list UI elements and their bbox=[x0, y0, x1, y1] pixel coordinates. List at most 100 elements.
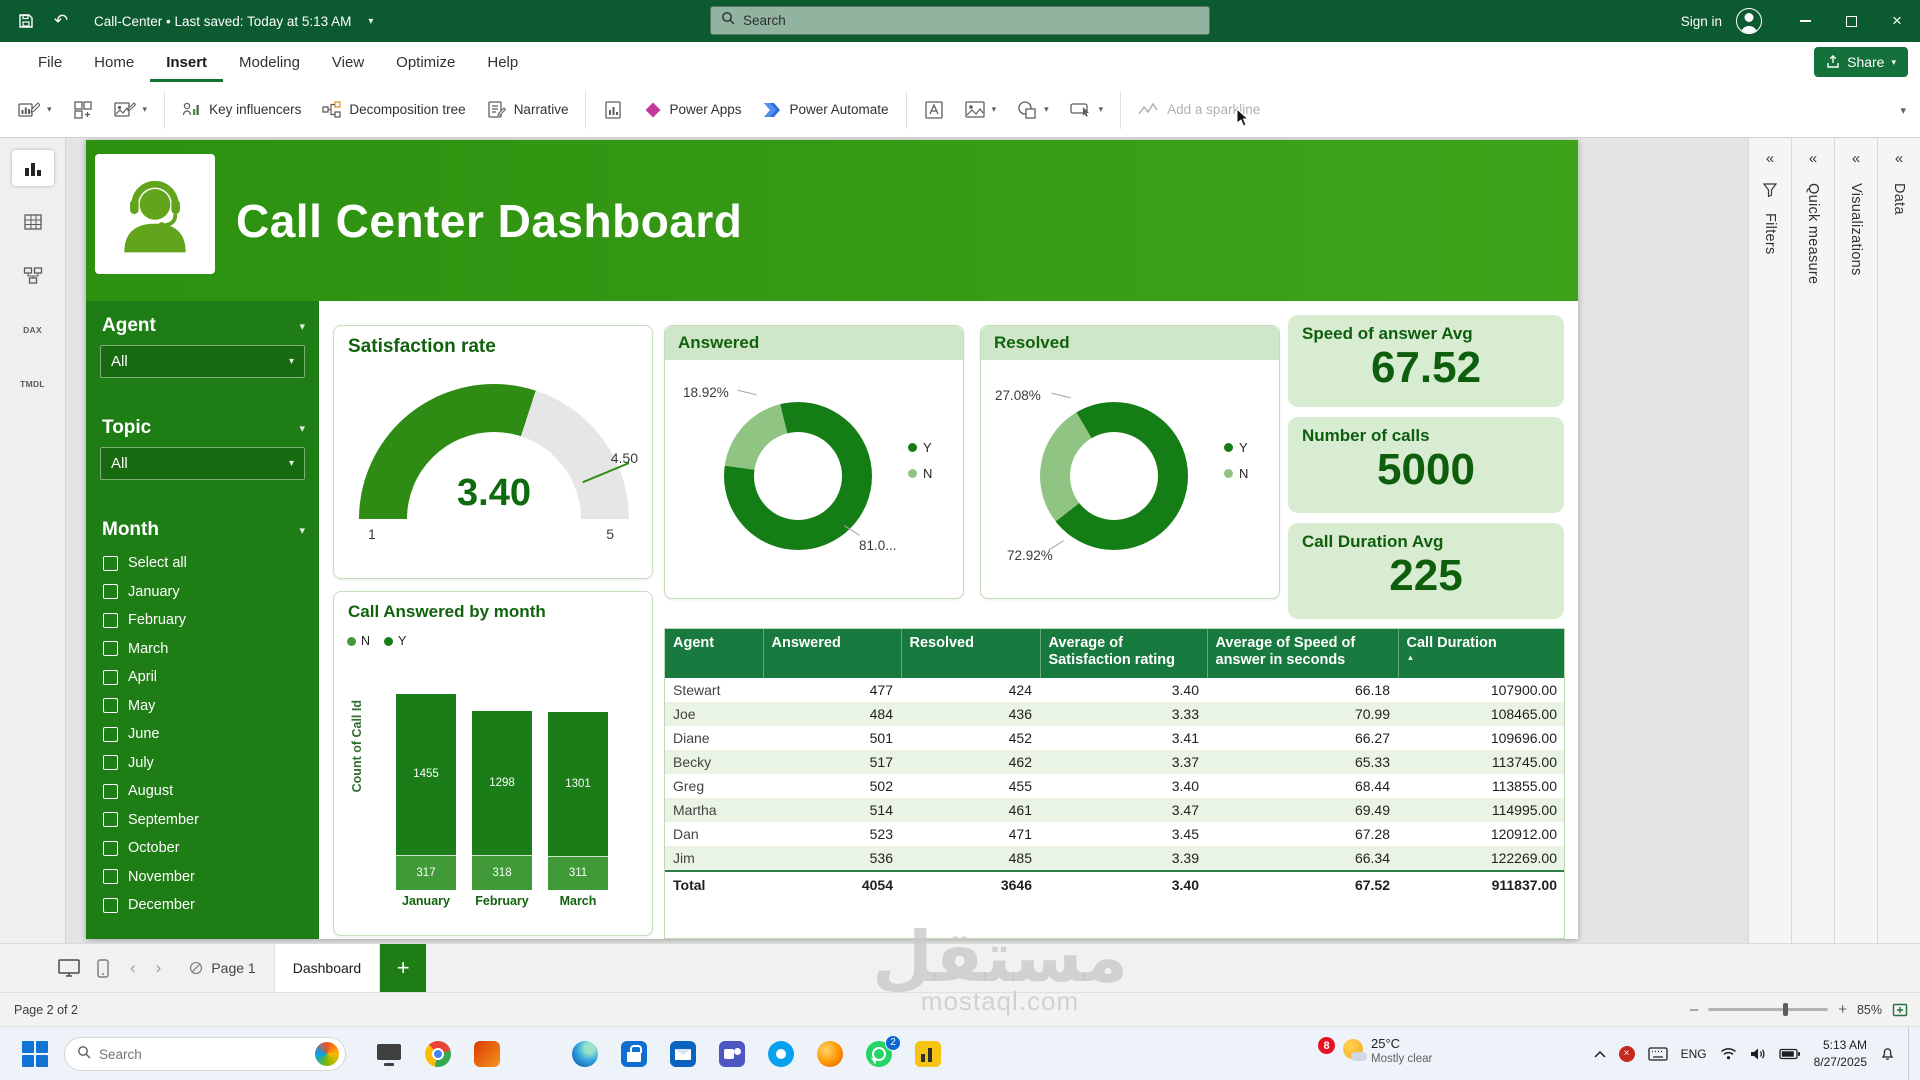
new-page-button[interactable]: + bbox=[380, 944, 426, 992]
agent-name-cell[interactable]: Greg bbox=[665, 774, 763, 798]
value-cell[interactable]: 471 bbox=[901, 822, 1040, 846]
bar-segment-y[interactable]: 1455 bbox=[396, 694, 456, 855]
menu-tab-insert[interactable]: Insert bbox=[150, 42, 223, 82]
value-cell[interactable]: 3.39 bbox=[1040, 846, 1207, 871]
expand-pane-icon[interactable]: « bbox=[1852, 150, 1860, 167]
value-cell[interactable]: 65.33 bbox=[1207, 750, 1398, 774]
narrative-button[interactable]: Narrative bbox=[477, 89, 579, 131]
value-cell[interactable]: 120912.00 bbox=[1398, 822, 1565, 846]
taskbar-search-box[interactable] bbox=[64, 1037, 346, 1071]
value-cell[interactable]: 69.49 bbox=[1207, 798, 1398, 822]
share-button[interactable]: Share ▾ bbox=[1814, 47, 1908, 77]
bar-february[interactable]: 1298318 bbox=[472, 711, 532, 890]
bar-january[interactable]: 1455317 bbox=[396, 694, 456, 890]
more-visuals-button[interactable] bbox=[63, 89, 103, 131]
taskbar-clock[interactable]: 5:13 AM 8/27/2025 bbox=[1814, 1037, 1867, 1069]
value-cell[interactable]: 517 bbox=[763, 750, 901, 774]
legend-item-n[interactable]: N bbox=[908, 466, 932, 481]
data-pane-collapsed[interactable]: « Data bbox=[1877, 138, 1920, 943]
hidden-icons-chevron[interactable] bbox=[1594, 1050, 1606, 1058]
month-option-october[interactable]: October bbox=[86, 834, 319, 863]
title-chevron-icon[interactable]: ▾ bbox=[368, 16, 373, 27]
zoom-out-button[interactable]: – bbox=[1690, 1001, 1698, 1018]
fit-to-page-icon[interactable] bbox=[1892, 1002, 1908, 1018]
agent-name-cell[interactable]: Becky bbox=[665, 750, 763, 774]
value-cell[interactable]: 536 bbox=[763, 846, 901, 871]
notification-bell-icon[interactable] bbox=[1880, 1046, 1895, 1061]
agent-name-cell[interactable]: Stewart bbox=[665, 678, 763, 702]
column-header-average-of-satisfaction-rating[interactable]: Average of Satisfaction rating bbox=[1040, 629, 1207, 678]
month-option-september[interactable]: September bbox=[86, 806, 319, 835]
value-cell[interactable]: 122269.00 bbox=[1398, 846, 1565, 871]
checkbox-icon[interactable] bbox=[103, 898, 118, 913]
table-view-button[interactable] bbox=[12, 204, 54, 240]
previous-page-arrow[interactable]: ‹ bbox=[120, 958, 146, 978]
column-header-call-duration[interactable]: Call Duration▲ bbox=[1398, 629, 1565, 678]
tab-dashboard[interactable]: Dashboard bbox=[274, 944, 381, 992]
agents-table-visual[interactable]: AgentAnsweredResolvedAverage of Satisfac… bbox=[664, 628, 1565, 939]
taskbar-app-m365[interactable] bbox=[470, 1037, 504, 1071]
bar-segment-y[interactable]: 1298 bbox=[472, 711, 532, 855]
month-option-january[interactable]: January bbox=[86, 578, 319, 607]
value-cell[interactable]: 113745.00 bbox=[1398, 750, 1565, 774]
minimize-button[interactable] bbox=[1782, 0, 1828, 42]
table-row-stewart[interactable]: Stewart4774243.4066.18107900.00 bbox=[665, 678, 1565, 702]
agent-name-cell[interactable]: Martha bbox=[665, 798, 763, 822]
value-cell[interactable]: 68.44 bbox=[1207, 774, 1398, 798]
menu-tab-help[interactable]: Help bbox=[471, 42, 534, 82]
month-option-select-all[interactable]: Select all bbox=[86, 549, 319, 578]
taskbar-app-teams[interactable] bbox=[715, 1037, 749, 1071]
sign-in-button[interactable]: Sign in bbox=[1681, 14, 1722, 29]
bar-segment-n[interactable]: 311 bbox=[548, 856, 608, 890]
value-cell[interactable]: 501 bbox=[763, 726, 901, 750]
value-cell[interactable]: 485 bbox=[901, 846, 1040, 871]
value-cell[interactable]: 66.27 bbox=[1207, 726, 1398, 750]
battery-icon[interactable] bbox=[1779, 1048, 1801, 1060]
chevron-down-icon[interactable]: ▾ bbox=[299, 422, 305, 435]
kpi-speed-of-answer[interactable]: Speed of answer Avg 67.52 bbox=[1288, 315, 1564, 407]
window-title[interactable]: Call-Center • Last saved: Today at 5:13 … bbox=[94, 14, 351, 29]
column-header-answered[interactable]: Answered bbox=[763, 629, 901, 678]
month-option-august[interactable]: August bbox=[86, 777, 319, 806]
taskbar-app-store[interactable] bbox=[617, 1037, 651, 1071]
start-button[interactable] bbox=[22, 1041, 48, 1067]
mobile-layout-button[interactable] bbox=[86, 951, 120, 985]
value-cell[interactable]: 452 bbox=[901, 726, 1040, 750]
value-cell[interactable]: 484 bbox=[763, 702, 901, 726]
value-cell[interactable]: 455 bbox=[901, 774, 1040, 798]
answered-donut-visual[interactable]: Answered 18.92% 81.0... Y N bbox=[664, 325, 964, 599]
quick-measure-pane-collapsed[interactable]: « Quick measure bbox=[1791, 138, 1834, 943]
menu-tab-file[interactable]: File bbox=[22, 42, 78, 82]
bar-segment-n[interactable]: 318 bbox=[472, 855, 532, 890]
decomposition-tree-button[interactable]: Decomposition tree bbox=[312, 89, 475, 131]
image-button[interactable]: ▾ bbox=[955, 89, 1007, 131]
weather-widget[interactable]: 8 25°C Mostly clear bbox=[1318, 1036, 1432, 1067]
text-box-button[interactable] bbox=[914, 89, 954, 131]
touch-keyboard-icon[interactable] bbox=[1648, 1047, 1668, 1061]
zoom-in-button[interactable]: + bbox=[1838, 1001, 1847, 1018]
value-cell[interactable]: 502 bbox=[763, 774, 901, 798]
donut-resolved[interactable] bbox=[1040, 402, 1188, 550]
resolved-donut-visual[interactable]: Resolved 27.08% 72.92% Y N bbox=[980, 325, 1280, 599]
legend-item-y[interactable]: Y bbox=[1224, 440, 1248, 455]
checkbox-icon[interactable] bbox=[103, 841, 118, 856]
wifi-icon[interactable] bbox=[1720, 1047, 1737, 1060]
legend-item-y[interactable]: Y bbox=[384, 634, 406, 648]
add-sparkline-button[interactable]: Add a sparkline bbox=[1128, 89, 1270, 131]
value-cell[interactable]: 109696.00 bbox=[1398, 726, 1565, 750]
value-cell[interactable]: 424 bbox=[901, 678, 1040, 702]
taskbar-app-whatsapp[interactable]: 2 bbox=[862, 1037, 896, 1071]
value-cell[interactable]: 3.47 bbox=[1040, 798, 1207, 822]
kpi-call-duration[interactable]: Call Duration Avg 225 bbox=[1288, 523, 1564, 619]
value-cell[interactable]: 3.33 bbox=[1040, 702, 1207, 726]
taskbar-app-outlook[interactable] bbox=[666, 1037, 700, 1071]
taskbar-search-input[interactable] bbox=[99, 1047, 307, 1062]
menu-tab-view[interactable]: View bbox=[316, 42, 380, 82]
value-cell[interactable]: 462 bbox=[901, 750, 1040, 774]
checkbox-icon[interactable] bbox=[103, 613, 118, 628]
value-cell[interactable]: 3.45 bbox=[1040, 822, 1207, 846]
agent-name-cell[interactable]: Dan bbox=[665, 822, 763, 846]
taskbar-app-skype[interactable] bbox=[764, 1037, 798, 1071]
value-cell[interactable]: 108465.00 bbox=[1398, 702, 1565, 726]
checkbox-icon[interactable] bbox=[103, 641, 118, 656]
